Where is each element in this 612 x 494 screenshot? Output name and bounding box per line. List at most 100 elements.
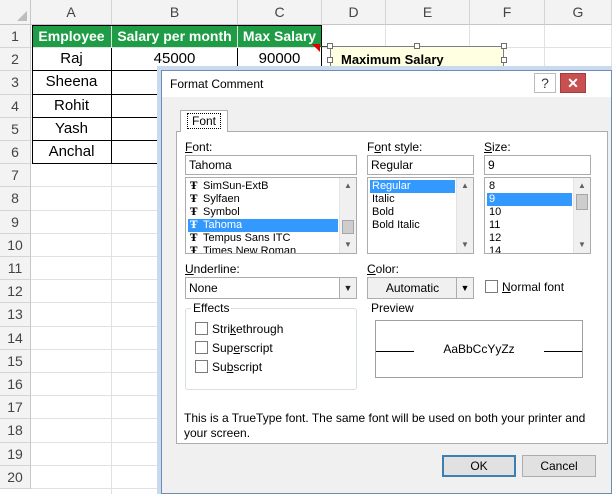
list-item[interactable]: Bold Italic bbox=[370, 219, 455, 232]
row-header[interactable]: 16 bbox=[0, 373, 31, 397]
row-header[interactable]: 15 bbox=[0, 349, 31, 373]
scroll-down-icon[interactable]: ▼ bbox=[574, 237, 590, 253]
column-header[interactable]: B bbox=[112, 0, 238, 25]
font-style-scrollbar[interactable]: ▲ ▼ bbox=[456, 178, 473, 253]
scroll-down-icon[interactable]: ▼ bbox=[457, 237, 473, 253]
list-item[interactable]: Ŧ SimSun-ExtB bbox=[188, 180, 338, 193]
list-item[interactable]: 12 bbox=[487, 232, 572, 245]
resize-handle[interactable] bbox=[501, 43, 507, 49]
font-style-input[interactable]: Regular bbox=[367, 155, 474, 175]
scroll-thumb[interactable] bbox=[342, 220, 354, 234]
header-cell[interactable]: Salary per month bbox=[112, 25, 237, 47]
resize-handle[interactable] bbox=[327, 43, 333, 49]
font-style-label: Font style: bbox=[367, 140, 423, 154]
row-header[interactable]: 10 bbox=[0, 233, 31, 257]
row-header[interactable]: 17 bbox=[0, 396, 31, 420]
resize-handle[interactable] bbox=[414, 43, 420, 49]
column-header[interactable]: G bbox=[545, 0, 612, 25]
effect-checkbox[interactable] bbox=[195, 322, 208, 335]
list-item[interactable]: 9 bbox=[487, 193, 572, 206]
column-header[interactable]: A bbox=[31, 0, 112, 25]
row-header[interactable]: 14 bbox=[0, 326, 31, 350]
underline-select[interactable]: None ▼ bbox=[185, 277, 357, 299]
select-all-corner[interactable] bbox=[0, 0, 31, 25]
color-label: Color: bbox=[367, 262, 400, 276]
tab-font[interactable]: Font bbox=[180, 110, 228, 132]
row-header[interactable]: 11 bbox=[0, 257, 31, 281]
row-header[interactable]: 6 bbox=[0, 141, 31, 165]
close-button[interactable]: ✕ bbox=[560, 73, 586, 93]
row-header[interactable]: 8 bbox=[0, 187, 31, 211]
list-item[interactable]: Italic bbox=[370, 193, 455, 206]
data-cell[interactable]: Rohit bbox=[32, 94, 112, 118]
data-cell[interactable]: 90000 bbox=[238, 48, 322, 72]
color-picker[interactable]: Automatic ▼ bbox=[367, 277, 474, 299]
resize-handle[interactable] bbox=[501, 57, 507, 63]
size-scrollbar[interactable]: ▲ ▼ bbox=[573, 178, 590, 253]
list-item[interactable]: Ŧ Tempus Sans ITC bbox=[188, 232, 338, 245]
effects-title: Effects bbox=[191, 301, 232, 315]
normal-font-checkbox[interactable] bbox=[485, 280, 498, 293]
list-item[interactable]: Bold bbox=[370, 206, 455, 219]
data-cell[interactable]: 45000 bbox=[112, 48, 238, 72]
row-header[interactable]: 9 bbox=[0, 210, 31, 234]
row-header[interactable]: 3 bbox=[0, 71, 31, 95]
resize-handle[interactable] bbox=[327, 57, 333, 63]
font-list[interactable]: ▲ ▼ Ŧ SimSun-ExtB Ŧ Sylfaen Ŧ Symbol Ŧ Tahoma Ŧ T… bbox=[185, 177, 357, 254]
list-item[interactable]: 8 bbox=[487, 180, 572, 193]
column-header[interactable]: F bbox=[470, 0, 545, 25]
truetype-icon: Ŧ bbox=[190, 233, 198, 244]
row-header[interactable]: 13 bbox=[0, 303, 31, 327]
font-input[interactable]: Tahoma bbox=[185, 155, 357, 175]
truetype-icon: Ŧ bbox=[190, 207, 198, 218]
list-item[interactable]: Ŧ Tahoma bbox=[188, 219, 338, 232]
scroll-down-icon[interactable]: ▼ bbox=[340, 237, 356, 253]
effect-checkbox[interactable] bbox=[195, 341, 208, 354]
font-style-list[interactable]: ▲ ▼ Regular Italic Bold Bold Italic bbox=[367, 177, 474, 254]
list-item[interactable]: Regular bbox=[370, 180, 455, 193]
list-item[interactable]: Ŧ Sylfaen bbox=[188, 193, 338, 206]
scroll-thumb[interactable] bbox=[576, 194, 588, 210]
effect-checkbox[interactable] bbox=[195, 360, 208, 373]
scroll-up-icon[interactable]: ▲ bbox=[340, 178, 356, 194]
row-header[interactable]: 1 bbox=[0, 25, 31, 49]
list-item[interactable]: 10 bbox=[487, 206, 572, 219]
column-header[interactable]: C bbox=[238, 0, 322, 25]
list-item[interactable]: Ŧ Symbol bbox=[188, 206, 338, 219]
ok-button[interactable]: OK bbox=[442, 455, 516, 477]
underline-label: Underline: bbox=[185, 262, 240, 276]
row-header[interactable]: 19 bbox=[0, 442, 31, 466]
row-header[interactable]: 5 bbox=[0, 117, 31, 141]
row-header[interactable]: 12 bbox=[0, 280, 31, 304]
data-cell[interactable]: Yash bbox=[32, 117, 112, 141]
column-header[interactable]: E bbox=[386, 0, 470, 25]
header-cell[interactable]: Max Salary bbox=[238, 25, 321, 47]
list-item[interactable]: 11 bbox=[487, 219, 572, 232]
size-input[interactable]: 9 bbox=[484, 155, 591, 175]
list-item[interactable]: 14 bbox=[487, 245, 572, 253]
column-header[interactable]: D bbox=[322, 0, 386, 25]
cancel-button[interactable]: Cancel bbox=[522, 455, 596, 477]
row-header[interactable]: 4 bbox=[0, 94, 31, 118]
size-label: Size: bbox=[484, 140, 511, 154]
font-list-scrollbar[interactable]: ▲ ▼ bbox=[339, 178, 356, 253]
list-item[interactable]: Ŧ Times New Roman bbox=[188, 245, 338, 253]
chevron-down-icon[interactable]: ▼ bbox=[456, 278, 473, 298]
header-cell[interactable]: Employee bbox=[32, 25, 111, 47]
scroll-up-icon[interactable]: ▲ bbox=[457, 178, 473, 194]
row-header[interactable]: 2 bbox=[0, 48, 31, 72]
comment-indicator-icon[interactable] bbox=[312, 44, 320, 52]
data-cell[interactable]: Raj bbox=[32, 48, 112, 72]
dialog-titlebar[interactable]: Format Comment ? ✕ bbox=[162, 71, 611, 97]
size-list[interactable]: ▲ ▼ 8 9 10 11 12 14 bbox=[484, 177, 591, 254]
row-header[interactable]: 7 bbox=[0, 164, 31, 188]
truetype-icon: Ŧ bbox=[190, 194, 198, 205]
data-cell[interactable]: Sheena bbox=[32, 71, 112, 95]
row-header[interactable]: 18 bbox=[0, 419, 31, 443]
scroll-up-icon[interactable]: ▲ bbox=[574, 178, 590, 194]
data-cell[interactable]: Anchal bbox=[32, 141, 112, 165]
row-header[interactable]: 20 bbox=[0, 465, 31, 489]
preview-text: AaBbCcYyZz bbox=[443, 342, 515, 356]
help-button[interactable]: ? bbox=[534, 73, 556, 93]
chevron-down-icon[interactable]: ▼ bbox=[339, 278, 356, 298]
